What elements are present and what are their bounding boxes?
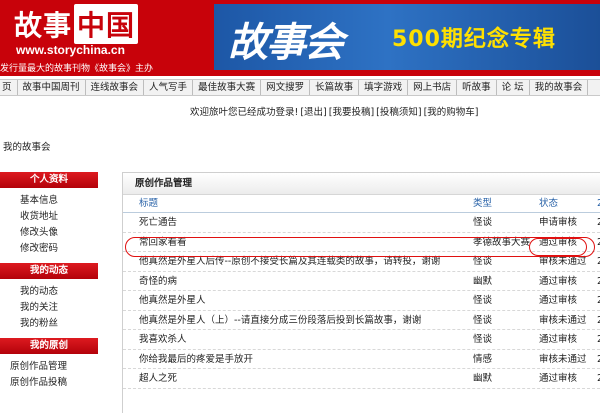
work-title-link[interactable]: 我喜欢杀人 bbox=[139, 330, 187, 349]
logo-slogan: 发行量最大的故事刊物《故事会》主办 bbox=[0, 64, 154, 74]
work-status: 审核未通过 bbox=[539, 353, 587, 365]
column-header-title[interactable]: 标题 bbox=[139, 195, 158, 213]
work-title-link[interactable]: 他真然是外星人 bbox=[139, 291, 206, 310]
work-type: 怪谈 bbox=[473, 314, 493, 326]
sidebar-group-profile: 个人资料 基本信息 收货地址 修改头像 修改密码 bbox=[0, 172, 98, 263]
logo-title-part2: 中国 bbox=[74, 4, 139, 44]
table-row: 我喜欢杀人 怪谈 通过审核 2 bbox=[123, 330, 600, 350]
nav-item-weekly[interactable]: 故事中国周刊 bbox=[18, 80, 86, 95]
sidebar: 个人资料 基本信息 收货地址 修改头像 修改密码 我的动态 我的动态 我的关注 … bbox=[0, 172, 98, 397]
column-header-status[interactable]: 状态 bbox=[539, 195, 558, 213]
nav-item-forum[interactable]: 论 坛 bbox=[497, 80, 530, 95]
sidebar-item-followers[interactable]: 我的粉丝 bbox=[20, 316, 98, 332]
column-header-type[interactable]: 类型 bbox=[473, 195, 492, 213]
nav-item-listen[interactable]: 听故事 bbox=[457, 80, 497, 95]
sidebar-item-following[interactable]: 我的关注 bbox=[20, 300, 98, 316]
submit-guide-link[interactable]: [投稿须知] bbox=[376, 107, 421, 118]
table-row: 超人之死 幽默 通过审核 2 bbox=[123, 369, 600, 389]
logo-url: www.storychina.cn bbox=[16, 43, 125, 57]
table-row: 他真然是外星人（上）--请直接分成三份段落后投到长篇故事，谢谢 怪谈 审核未通过… bbox=[123, 311, 600, 330]
welcome-bar: 欢迎旅叶您已经成功登录! [退出] [我要投稿] [投稿须知] [我的购物车] bbox=[190, 104, 479, 118]
work-title-link[interactable]: 他真然是外星人（上）--请直接分成三份段落后投到长篇故事，谢谢 bbox=[139, 311, 421, 330]
table-row: 奇怪的病 幽默 通过审核 2 bbox=[123, 272, 600, 291]
table-row: 他真然是外星人 怪谈 通过审核 2 bbox=[123, 291, 600, 311]
sidebar-item-my-activity[interactable]: 我的动态 bbox=[20, 284, 98, 300]
sidebar-group-activity: 我的动态 我的动态 我的关注 我的粉丝 bbox=[0, 263, 98, 338]
nav-item-best-contest[interactable]: 最佳故事大赛 bbox=[193, 80, 262, 95]
sidebar-group-title: 我的原创 bbox=[0, 338, 98, 354]
nav-item-my-story[interactable]: 我的故事会 bbox=[530, 80, 589, 95]
work-status: 通过审核 bbox=[539, 334, 578, 345]
work-type: 幽默 bbox=[473, 373, 493, 384]
banner-subtitle: 500期纪念专辑 bbox=[392, 27, 556, 52]
site-header: 故事 中国 www.storychina.cn 发行量最大的故事刊物《故事会》主办… bbox=[0, 0, 600, 76]
work-type: 情感 bbox=[473, 353, 493, 365]
panel-title: 原创作品管理 bbox=[123, 173, 600, 195]
works-table: 标题 类型 状态 2 死亡通告 怪谈 申请审核 2 常回家看看 孝德故事大赛 通… bbox=[123, 195, 600, 389]
sidebar-group-original: 我的原创 原创作品管理 原创作品投稿 bbox=[0, 338, 98, 397]
work-status: 通过审核 bbox=[539, 275, 578, 287]
work-title-link[interactable]: 奇怪的病 bbox=[139, 272, 177, 291]
work-type: 怪谈 bbox=[473, 334, 493, 345]
sidebar-item-avatar[interactable]: 修改头像 bbox=[20, 225, 98, 241]
table-row: 死亡通告 怪谈 申请审核 2 bbox=[123, 213, 600, 233]
work-type: 怪谈 bbox=[473, 295, 493, 306]
welcome-message: 欢迎旅叶您已经成功登录! bbox=[190, 107, 299, 118]
work-status: 申请审核 bbox=[539, 217, 578, 228]
work-title-link[interactable]: 超人之死 bbox=[139, 369, 177, 388]
sidebar-item-submit-work[interactable]: 原创作品投稿 bbox=[10, 375, 98, 391]
sidebar-item-password[interactable]: 修改密码 bbox=[20, 241, 98, 257]
work-status: 审核未通过 bbox=[539, 314, 587, 326]
nav-item-web-collection[interactable]: 网文搜罗 bbox=[261, 80, 311, 95]
nav-item-connect[interactable]: 连线故事会 bbox=[86, 80, 145, 95]
nav-item-popular-writers[interactable]: 人气写手 bbox=[144, 80, 194, 95]
cart-link[interactable]: [我的购物车] bbox=[424, 107, 479, 118]
banner-brush-title: 故事会 bbox=[228, 19, 344, 66]
logout-link[interactable]: [退出] bbox=[300, 107, 326, 118]
promo-banner[interactable]: 故事会 500期纪念专辑 bbox=[214, 4, 600, 70]
nav-item-bookstore[interactable]: 网上书店 bbox=[408, 80, 458, 95]
table-row: 你给我最后的疼爱是手放开 情感 审核未通过 2 bbox=[123, 350, 600, 369]
logo-title: 故事 中国 bbox=[14, 4, 139, 44]
table-header-row: 标题 类型 状态 2 bbox=[123, 195, 600, 213]
highlight-status-outline bbox=[529, 238, 587, 256]
work-type: 幽默 bbox=[473, 275, 493, 287]
highlight-row-outline bbox=[125, 237, 595, 257]
main-nav: 页故事中国周刊 连线故事会 人气写手 最佳故事大赛 网文搜罗 长篇故事 填字游戏 网上书店 听故… bbox=[0, 79, 600, 96]
work-type: 怪谈 bbox=[473, 217, 493, 228]
sidebar-group-title: 我的动态 bbox=[0, 263, 98, 279]
nav-item-crossword[interactable]: 填字游戏 bbox=[359, 80, 409, 95]
work-title-link[interactable]: 你给我最后的疼爱是手放开 bbox=[139, 350, 253, 369]
nav-item-home[interactable]: 页 bbox=[0, 80, 18, 95]
works-panel: 原创作品管理 标题 类型 状态 2 死亡通告 怪谈 申请审核 2 常回家看看 孝… bbox=[122, 172, 600, 413]
sidebar-item-address[interactable]: 收货地址 bbox=[20, 209, 98, 225]
breadcrumb[interactable]: 我的故事会 bbox=[3, 139, 51, 153]
site-logo[interactable]: 故事 中国 www.storychina.cn 发行量最大的故事刊物《故事会》主办 bbox=[0, 0, 205, 76]
sidebar-item-manage-works[interactable]: 原创作品管理 bbox=[10, 359, 98, 375]
submit-link[interactable]: [我要投稿] bbox=[329, 107, 374, 118]
work-title-link[interactable]: 死亡通告 bbox=[139, 213, 177, 232]
logo-title-part1: 故事 bbox=[14, 9, 73, 42]
nav-item-long-stories[interactable]: 长篇故事 bbox=[310, 80, 360, 95]
sidebar-item-basic-info[interactable]: 基本信息 bbox=[20, 193, 98, 209]
sidebar-group-title: 个人资料 bbox=[0, 172, 98, 188]
work-status: 通过审核 bbox=[539, 373, 578, 384]
work-status: 通过审核 bbox=[539, 295, 578, 306]
